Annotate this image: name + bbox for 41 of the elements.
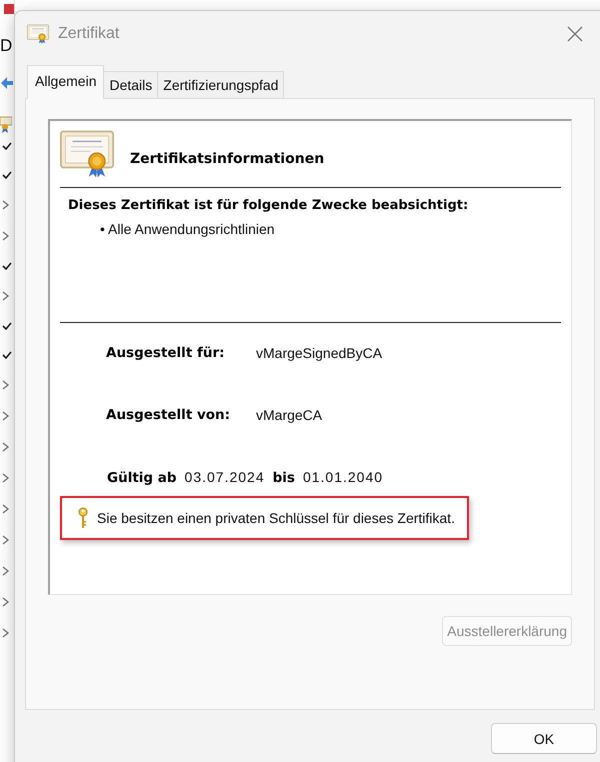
validity-label: Gültig ab xyxy=(107,470,177,486)
chevron-right-icon xyxy=(2,442,10,452)
app-icon xyxy=(4,4,14,14)
check-icon xyxy=(2,142,12,150)
tab[interactable]: Allgemein xyxy=(27,65,104,99)
validity-label: bis xyxy=(272,470,295,486)
chevron-right-icon xyxy=(2,628,10,638)
tab[interactable]: Zertifizierungspfad xyxy=(157,71,284,98)
ok-button[interactable]: OK xyxy=(491,723,597,754)
field-value: vMargeSignedByCA xyxy=(256,345,382,361)
field-value: vMargeCA xyxy=(256,407,322,423)
field-label: Ausgestellt von: xyxy=(106,407,232,423)
check-icon xyxy=(2,322,12,330)
chevron-right-icon xyxy=(2,200,10,210)
chevron-right-icon xyxy=(2,597,10,607)
valid-to-date: 01.01.2040 xyxy=(302,469,384,485)
key-icon xyxy=(78,507,88,529)
chevron-right-icon xyxy=(2,411,10,421)
chevron-right-icon xyxy=(2,291,10,301)
window-title: Zertifikat xyxy=(58,25,120,43)
close-icon[interactable] xyxy=(567,26,583,42)
valid-from-date: 03.07.2024 xyxy=(184,469,265,485)
certificate-icon xyxy=(27,24,49,44)
certificate-icon xyxy=(60,130,114,178)
chevron-right-icon xyxy=(2,473,10,483)
chevron-right-icon xyxy=(2,566,10,576)
purpose-heading: Dieses Zertifikat ist für folgende Zwecke beabsichtigt: xyxy=(68,198,470,213)
chevron-right-icon xyxy=(2,380,10,390)
chevron-right-icon xyxy=(2,535,10,545)
field-label: Ausgestellt für: xyxy=(106,345,226,361)
check-icon xyxy=(2,351,12,359)
arrow-left-icon xyxy=(1,76,13,90)
check-icon xyxy=(2,171,12,179)
private-key-note: Sie besitzen einen privaten Schlüssel für dieses Zertifikat. xyxy=(97,510,455,526)
background-text: D xyxy=(0,36,12,56)
check-icon xyxy=(2,262,12,270)
purpose-item: • Alle Anwendungsrichtlinien xyxy=(100,221,276,237)
certificate-icon xyxy=(0,116,12,134)
chevron-right-icon xyxy=(2,504,10,514)
chevron-right-icon xyxy=(2,231,10,241)
section-heading: Zertifikatsinformationen xyxy=(130,151,324,167)
